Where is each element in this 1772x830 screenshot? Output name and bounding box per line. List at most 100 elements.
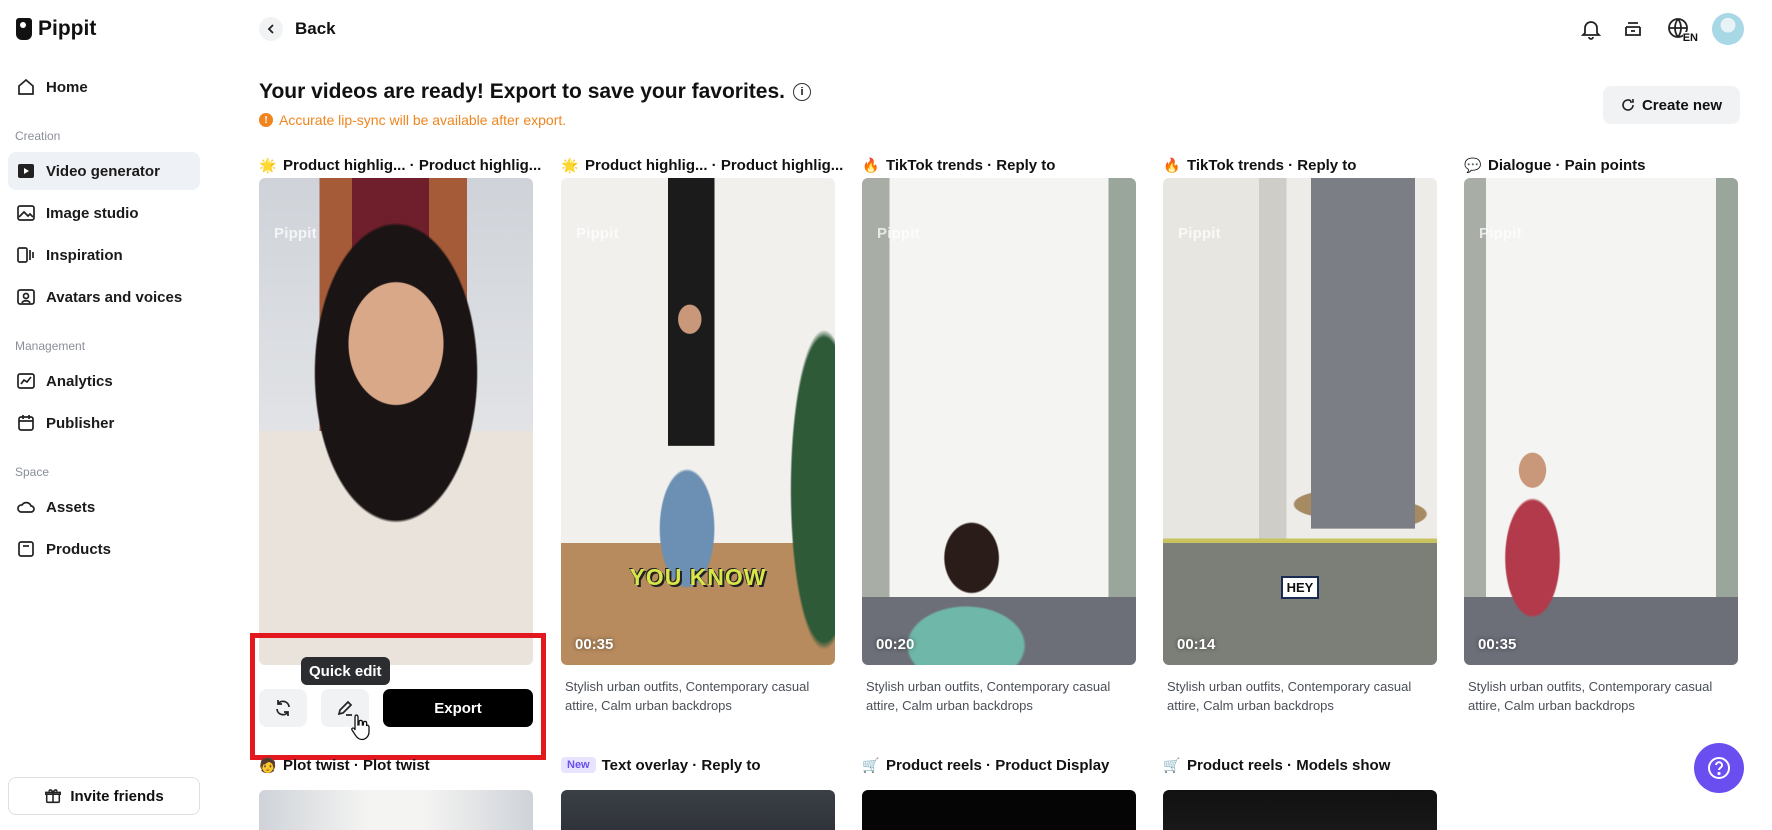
sidebar-item-publisher[interactable]: Publisher — [8, 404, 200, 442]
sidebar-item-label: Analytics — [46, 372, 113, 390]
subtitle-caption: HEY — [1163, 576, 1437, 599]
warning-icon: ! — [259, 113, 273, 127]
sidebar-item-home[interactable]: Home — [8, 68, 200, 106]
back-label: Back — [295, 19, 336, 38]
gift-icon — [45, 789, 62, 804]
sidebar-item-label: Assets — [46, 498, 96, 516]
logo-icon — [16, 18, 32, 40]
sidebar-item-label: Video generator — [46, 162, 160, 180]
card-title: Product highlig... · Product highlig... — [585, 156, 844, 174]
card-title: Product reels · Product Display — [886, 756, 1110, 774]
video-thumbnail[interactable]: Pippit HEY 00:14 — [1163, 178, 1437, 665]
info-icon[interactable]: i — [792, 83, 811, 101]
inspiration-icon — [17, 247, 34, 263]
new-badge: New — [561, 757, 596, 773]
sidebar-item-label: Publisher — [46, 414, 115, 432]
bell-icon[interactable] — [1578, 16, 1604, 42]
language-code: EN — [1682, 32, 1698, 44]
language-globe-icon[interactable]: EN — [1662, 16, 1698, 44]
section-management: Management — [15, 339, 86, 353]
card-label: 🌟 Product highlig... · Product highlig..… — [561, 155, 843, 175]
card-title: TikTok trends · Reply to — [1187, 156, 1357, 174]
sidebar-item-label: Avatars and voices — [46, 288, 183, 306]
card-label: New Text overlay · Reply to — [561, 755, 761, 775]
video-thumbnail[interactable] — [862, 790, 1136, 830]
calendar-icon — [18, 415, 34, 431]
subtitle-caption: YOU KNOW — [629, 564, 767, 590]
cloud-icon — [17, 501, 35, 513]
person-icon: 🧑 — [259, 756, 277, 773]
card-title: Plot twist · Plot twist — [283, 756, 430, 774]
card-label: 🔥 TikTok trends · Reply to — [1163, 155, 1356, 175]
page-title: Your videos are ready! Export to save yo… — [259, 80, 811, 104]
sidebar-item-image-studio[interactable]: Image studio — [8, 194, 200, 232]
card-description: Stylish urban outfits, Contemporary casu… — [1167, 679, 1412, 713]
sidebar-item-avatars-voices[interactable]: Avatars and voices — [8, 278, 200, 316]
duration: 00:35 — [1478, 636, 1517, 653]
avatar-voice-icon — [17, 289, 35, 305]
duration: 00:14 — [1177, 636, 1216, 653]
duration: 00:20 — [876, 636, 915, 653]
image-studio-icon — [17, 205, 35, 221]
card-title: Product highlig... · Product highlig... — [283, 156, 542, 174]
highlight-box — [250, 633, 546, 760]
duration: 00:35 — [575, 636, 614, 653]
caption-text: HEY — [1280, 576, 1320, 599]
card-label: 🔥 TikTok trends · Reply to — [862, 155, 1055, 175]
card-label: 🧑 Plot twist · Plot twist — [259, 755, 430, 775]
warning-text: Accurate lip-sync will be available afte… — [279, 112, 567, 128]
video-thumbnail[interactable]: Pippit 00:35 — [1464, 178, 1738, 665]
refresh-icon — [1622, 99, 1634, 111]
pippit-logo[interactable]: Pippit — [16, 17, 96, 41]
user-avatar[interactable] — [1712, 13, 1744, 45]
cart-icon: 🛒 — [862, 756, 880, 773]
video-thumbnail[interactable] — [259, 790, 533, 830]
video-thumbnail[interactable]: Pippit 00:20 — [862, 178, 1136, 665]
question-icon — [1708, 757, 1730, 779]
sidebar-item-products[interactable]: Products — [8, 530, 200, 568]
fire-icon: 🔥 — [862, 156, 880, 173]
card-title: Dialogue · Pain points — [1488, 156, 1646, 174]
watermark: Pippit — [877, 225, 920, 242]
create-new-button[interactable]: Create new — [1603, 86, 1740, 124]
video-thumbnail[interactable] — [561, 790, 835, 830]
sidebar-item-label: Home — [46, 78, 88, 96]
sidebar: Pippit Home Creation Video generator Ima… — [0, 0, 210, 830]
top-toolbar: EN — [1578, 13, 1744, 45]
video-thumbnail[interactable]: Pippit — [259, 178, 533, 665]
cart-icon: 🛒 — [1163, 756, 1181, 773]
watermark: Pippit — [1479, 225, 1522, 242]
card-title: Text overlay · Reply to — [601, 756, 761, 774]
stack-icon[interactable] — [1620, 16, 1646, 42]
watermark: Pippit — [576, 225, 619, 242]
card-description: Stylish urban outfits, Contemporary casu… — [1468, 679, 1713, 713]
card-label: 💬 Dialogue · Pain points — [1464, 155, 1646, 175]
card-label: 🌟 Product highlig... · Product highlig..… — [259, 155, 541, 175]
sparkle-icon: 🌟 — [561, 156, 579, 173]
invite-label: Invite friends — [70, 787, 164, 805]
back-button[interactable]: Back — [259, 17, 336, 41]
page-title-text: Your videos are ready! Export to save yo… — [259, 80, 785, 103]
video-generator-icon — [18, 164, 34, 178]
card-title: Product reels · Models show — [1187, 756, 1391, 774]
card-description: Stylish urban outfits, Contemporary casu… — [866, 679, 1111, 713]
sidebar-item-video-generator[interactable]: Video generator — [8, 152, 200, 190]
watermark: Pippit — [1178, 225, 1221, 242]
invite-friends-button[interactable]: Invite friends — [8, 777, 200, 815]
chat-icon: 💬 — [1464, 156, 1482, 173]
sidebar-item-label: Image studio — [46, 204, 139, 222]
section-space: Space — [15, 465, 50, 479]
video-thumbnail[interactable] — [1163, 790, 1437, 830]
lip-sync-warning: ! Accurate lip-sync will be available af… — [259, 112, 566, 128]
sidebar-item-assets[interactable]: Assets — [8, 488, 200, 526]
sidebar-item-inspiration[interactable]: Inspiration — [8, 236, 200, 274]
card-label: 🛒 Product reels · Models show — [1163, 755, 1390, 775]
video-thumbnail[interactable]: Pippit YOU KNOW 00:35 — [561, 178, 835, 665]
analytics-icon — [17, 373, 35, 389]
section-creation: Creation — [15, 129, 61, 143]
card-description: Stylish urban outfits, Contemporary casu… — [565, 679, 810, 713]
help-button[interactable] — [1694, 743, 1744, 793]
card-title: TikTok trends · Reply to — [886, 156, 1056, 174]
sidebar-item-analytics[interactable]: Analytics — [8, 362, 200, 400]
sidebar-item-label: Products — [46, 540, 112, 558]
